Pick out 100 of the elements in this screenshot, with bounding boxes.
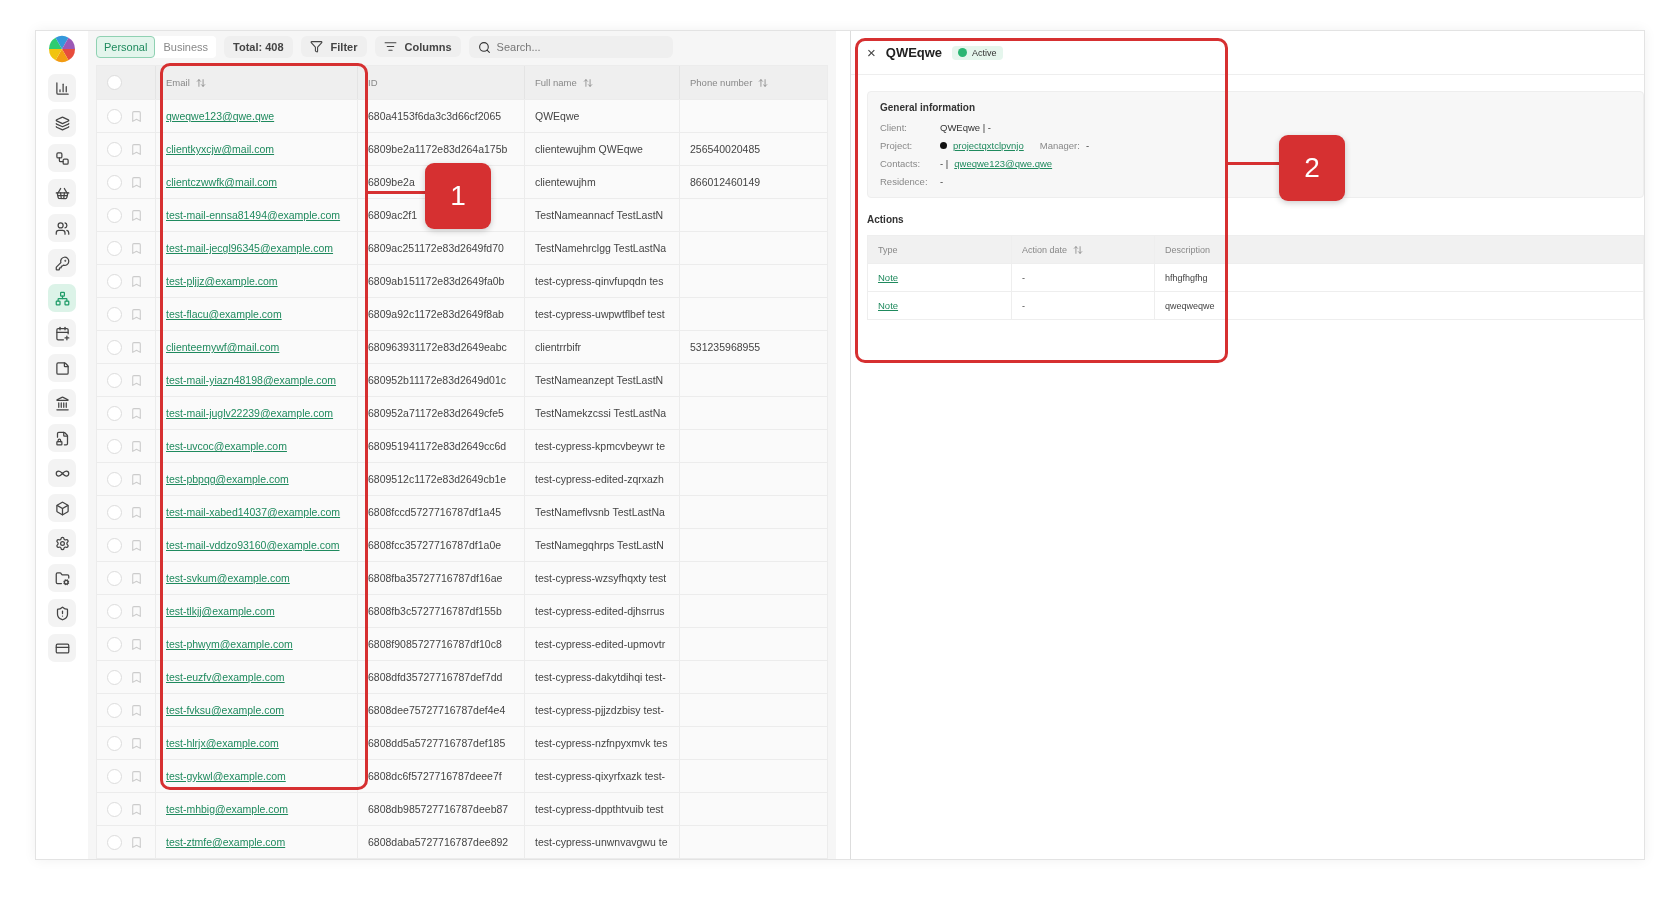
sidebar-item[interactable] [48, 354, 76, 382]
bookmark-icon[interactable] [130, 637, 143, 651]
email-link[interactable]: test-mail-xabed14037@example.com [166, 506, 341, 518]
email-link[interactable]: qweqwe123@qwe.qwe [166, 110, 275, 122]
tab[interactable]: Personal [96, 35, 156, 58]
filter-button[interactable]: Filter [300, 36, 367, 57]
row-checkbox[interactable] [107, 273, 122, 289]
row-checkbox[interactable] [107, 240, 122, 256]
bookmark-icon[interactable] [130, 439, 143, 453]
column-header[interactable]: Description [1154, 236, 1643, 263]
row-checkbox[interactable] [107, 174, 122, 190]
row-checkbox[interactable] [107, 108, 122, 124]
sort-icon[interactable] [195, 77, 206, 88]
bookmark-icon[interactable] [130, 736, 143, 750]
row-checkbox[interactable] [107, 372, 122, 388]
row-checkbox[interactable] [107, 471, 122, 487]
close-button[interactable]: × [867, 44, 876, 61]
email-link[interactable]: test-mail-juglv22239@example.com [166, 407, 334, 419]
row-checkbox[interactable] [107, 537, 122, 553]
bookmark-icon[interactable] [130, 538, 143, 552]
row-checkbox[interactable] [107, 735, 122, 751]
sidebar-item[interactable] [48, 214, 76, 242]
bookmark-icon[interactable] [130, 505, 143, 519]
email-link[interactable]: test-mhbig@example.com [166, 803, 289, 815]
bookmark-icon[interactable] [130, 109, 143, 123]
email-link[interactable]: test-flacu@example.com [166, 308, 282, 320]
email-link[interactable]: test-phwym@example.com [166, 638, 293, 650]
bookmark-icon[interactable] [130, 802, 143, 816]
email-link[interactable]: clientkyxcjw@mail.com [166, 143, 275, 155]
sidebar-item[interactable] [48, 599, 76, 627]
email-link[interactable]: test-mail-yiazn48198@example.com [166, 374, 336, 386]
bookmark-icon[interactable] [130, 703, 143, 717]
email-link[interactable]: test-uvcoc@example.com [166, 440, 287, 452]
sidebar-item[interactable] [48, 144, 76, 172]
bookmark-icon[interactable] [130, 241, 143, 255]
email-link[interactable]: clientczwwfk@mail.com [166, 176, 277, 188]
bookmark-icon[interactable] [130, 175, 143, 189]
sidebar-item[interactable] [48, 109, 76, 137]
email-link[interactable]: test-gykwl@example.com [166, 770, 286, 782]
sort-icon[interactable] [582, 77, 593, 88]
email-link[interactable]: test-mail-vddzo93160@example.com [166, 539, 340, 551]
row-checkbox[interactable] [107, 801, 122, 817]
sidebar-item[interactable] [48, 634, 76, 662]
row-checkbox[interactable] [107, 768, 122, 784]
sort-icon[interactable] [758, 77, 769, 88]
sort-icon[interactable] [1073, 244, 1084, 255]
columns-button[interactable]: Columns [374, 36, 461, 57]
row-checkbox[interactable] [107, 669, 122, 685]
row-checkbox[interactable] [107, 636, 122, 652]
row-checkbox[interactable] [107, 702, 122, 718]
sidebar-item[interactable] [48, 459, 76, 487]
row-checkbox[interactable] [107, 339, 122, 355]
email-link[interactable]: test-fvksu@example.com [166, 704, 285, 716]
bookmark-icon[interactable] [130, 472, 143, 486]
sidebar-item[interactable] [48, 389, 76, 417]
sidebar-item[interactable] [48, 564, 76, 592]
bookmark-icon[interactable] [130, 142, 143, 156]
bookmark-icon[interactable] [130, 307, 143, 321]
bookmark-icon[interactable] [130, 274, 143, 288]
type-link[interactable]: Note [878, 300, 899, 311]
sidebar-item[interactable] [48, 319, 76, 347]
bookmark-icon[interactable] [130, 835, 143, 849]
select-all-checkbox[interactable] [107, 75, 122, 90]
column-header[interactable]: Type [868, 236, 1011, 263]
email-link[interactable]: clienteemywf@mail.com [166, 341, 280, 353]
email-link[interactable]: test-ztmfe@example.com [166, 836, 286, 848]
sidebar-item[interactable] [48, 74, 76, 102]
row-checkbox[interactable] [107, 438, 122, 454]
bookmark-icon[interactable] [130, 208, 143, 222]
column-header[interactable]: Action date [1011, 236, 1154, 263]
row-checkbox[interactable] [107, 834, 122, 850]
email-link[interactable]: test-tlkjj@example.com [166, 605, 275, 617]
email-link[interactable]: qweqwe123@qwe.qwe [954, 158, 1053, 169]
row-checkbox[interactable] [107, 207, 122, 223]
row-checkbox[interactable] [107, 306, 122, 322]
bookmark-icon[interactable] [130, 406, 143, 420]
row-checkbox[interactable] [107, 405, 122, 421]
row-checkbox[interactable] [107, 570, 122, 586]
bookmark-icon[interactable] [130, 670, 143, 684]
bookmark-icon[interactable] [130, 769, 143, 783]
type-link[interactable]: Note [878, 272, 899, 283]
bookmark-icon[interactable] [130, 571, 143, 585]
sidebar-item[interactable] [48, 529, 76, 557]
email-link[interactable]: test-euzfv@example.com [166, 671, 285, 683]
sidebar-item[interactable] [48, 424, 76, 452]
email-link[interactable]: test-hlrjx@example.com [166, 737, 279, 749]
email-link[interactable]: test-pbpqg@example.com [166, 473, 289, 485]
row-checkbox[interactable] [107, 504, 122, 520]
sidebar-item[interactable] [48, 494, 76, 522]
row-checkbox[interactable] [107, 141, 122, 157]
email-link[interactable]: test-mail-ennsa81494@example.com [166, 209, 341, 221]
search-field[interactable]: Search... [468, 35, 673, 58]
email-link[interactable]: test-pljjz@example.com [166, 275, 278, 287]
sidebar-item[interactable] [48, 249, 76, 277]
project-link[interactable]: projectqxtclpvnjo [953, 140, 1024, 151]
bookmark-icon[interactable] [130, 604, 143, 618]
row-checkbox[interactable] [107, 603, 122, 619]
email-link[interactable]: test-mail-jecgl96345@example.com [166, 242, 334, 254]
sidebar-item[interactable] [48, 179, 76, 207]
email-link[interactable]: test-svkum@example.com [166, 572, 290, 584]
